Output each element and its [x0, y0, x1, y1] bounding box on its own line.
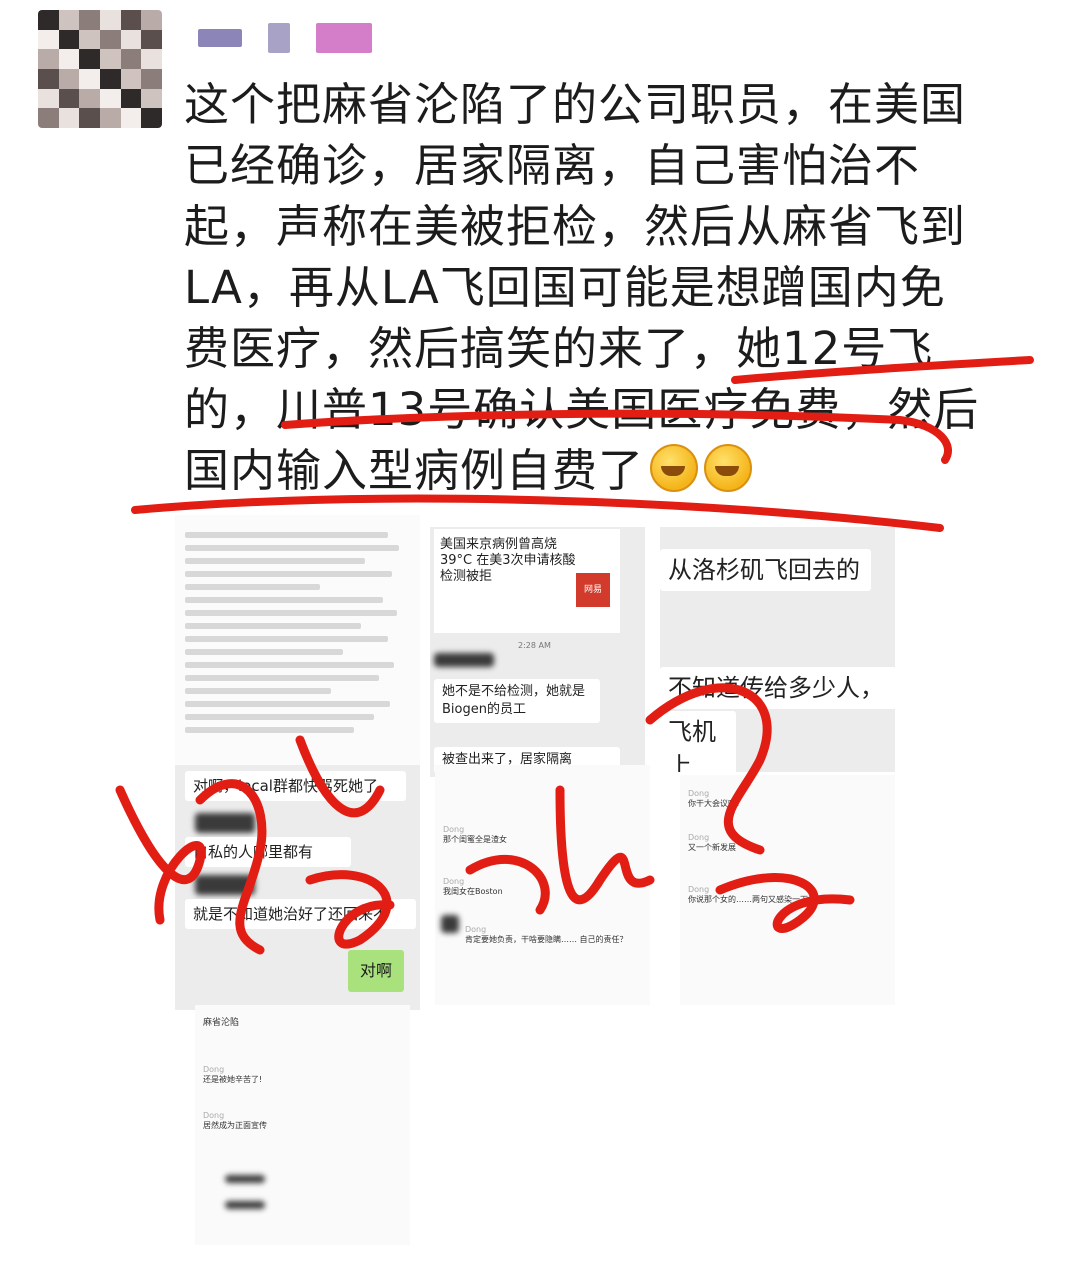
post-text: 这个把麻省沦陷了的公司职员，在美国 已经确诊，居家隔离，自己害怕治不 起，声称在… [184, 74, 1054, 501]
list-item: Dong 肯定要她负责，干啥要隐瞒…… 自己的责任？ [465, 925, 628, 944]
list-item: Dong 我闺女在Boston [443, 877, 503, 896]
chat-screenshot-d[interactable]: 对啊，local群都快骂死她了 自私的人哪里都有 就是不知道她治好了还回来不 对… [175, 765, 420, 1010]
blurred-avatar [441, 915, 459, 933]
group-title: 麻省沦陷 [203, 1018, 240, 1028]
nickname-block [198, 29, 242, 47]
chat-bubble: 就是不知道她治好了还回来不 [185, 899, 416, 929]
chat-screenshot-b[interactable]: 美国来京病例曾高烧39°C 在美3次申请核酸检测被拒 网易 2:28 AM 她不… [430, 527, 645, 777]
blurred-avatar [195, 813, 255, 833]
list-item: Dong 还是被她辛苦了! [203, 1065, 263, 1084]
post-line: 国内输入型病例自费了 [184, 444, 645, 497]
post-line: 这个把麻省沦陷了的公司职员，在美国 [184, 78, 967, 131]
chat-bubble: 从洛杉矶飞回去的 [660, 549, 871, 591]
news-thumb: 网易 [576, 573, 610, 607]
post-line: 的，川普13号确认美国医疗免费，然后 [184, 383, 980, 436]
blurred-avatar [195, 875, 255, 895]
blurred-text [225, 1201, 265, 1209]
screenshot-collage[interactable]: 美国来京病例曾高烧39°C 在美3次申请核酸检测被拒 网易 2:28 AM 她不… [175, 515, 895, 1250]
blurred-avatar [434, 653, 494, 667]
blurred-text [225, 1175, 265, 1183]
list-item: Dong 你说那个女的……两句又感染一下午 [688, 885, 816, 904]
news-article-screenshot[interactable] [175, 515, 420, 765]
news-link-card[interactable]: 美国来京病例曾高烧39°C 在美3次申请核酸检测被拒 网易 [434, 529, 620, 633]
nickname-pixelated[interactable] [198, 18, 372, 58]
chat-time: 2:28 AM [518, 641, 551, 650]
chat-screenshot-g[interactable]: 麻省沦陷 Dong 还是被她辛苦了! Dong 居然成为正面宣传 [195, 1005, 410, 1245]
post-line: 费医疗，然后搞笑的来了，她12号飞 [184, 322, 934, 375]
news-card-title: 美国来京病例曾高烧39°C 在美3次申请核酸检测被拒 [440, 537, 576, 584]
chat-bubble-self: 对啊 [348, 950, 404, 992]
post-line: 已经确诊，居家隔离，自己害怕治不 [184, 139, 921, 192]
chat-bubble: 对啊，local群都快骂死她了 [185, 771, 406, 801]
avatar[interactable] [38, 10, 162, 128]
chat-bubble: 她不是不给检测，她就是 Biogen的员工 [434, 679, 600, 723]
face-palm-emoji-icon [650, 444, 699, 492]
list-item: Dong 那个闺蜜全是渣女 [443, 825, 507, 844]
chat-bubble: 不知道传给多少人， [660, 667, 895, 709]
list-item: Dong 又一个新发展 [688, 833, 736, 852]
chat-screenshot-e[interactable]: Dong 那个闺蜜全是渣女 Dong 我闺女在Boston Dong 肯定要她负责，干… [435, 765, 650, 1005]
chat-bubble: 飞机上 [660, 711, 736, 772]
chat-bubble: 自私的人哪里都有 [185, 837, 351, 867]
nickname-block [316, 23, 372, 53]
chat-screenshot-c[interactable]: 从洛杉矶飞回去的 不知道传给多少人， 飞机上 [660, 527, 895, 772]
list-item: Dong 居然成为正面宣传 [203, 1111, 267, 1130]
list-item: Dong 你干大会议吗？ [688, 789, 744, 808]
face-palm-emoji-icon [704, 444, 753, 492]
chat-screenshot-f[interactable]: Dong 你干大会议吗？ Dong 又一个新发展 Dong 你说那个女的……两句又感染… [680, 775, 895, 1005]
nickname-block [268, 23, 290, 53]
post-line: LA，再从LA飞回国可能是想蹭国内免 [184, 261, 946, 314]
post-line: 起，声称在美被拒检，然后从麻省飞到 [184, 200, 967, 253]
post-line-last: 国内输入型病例自费了 [184, 440, 1054, 501]
